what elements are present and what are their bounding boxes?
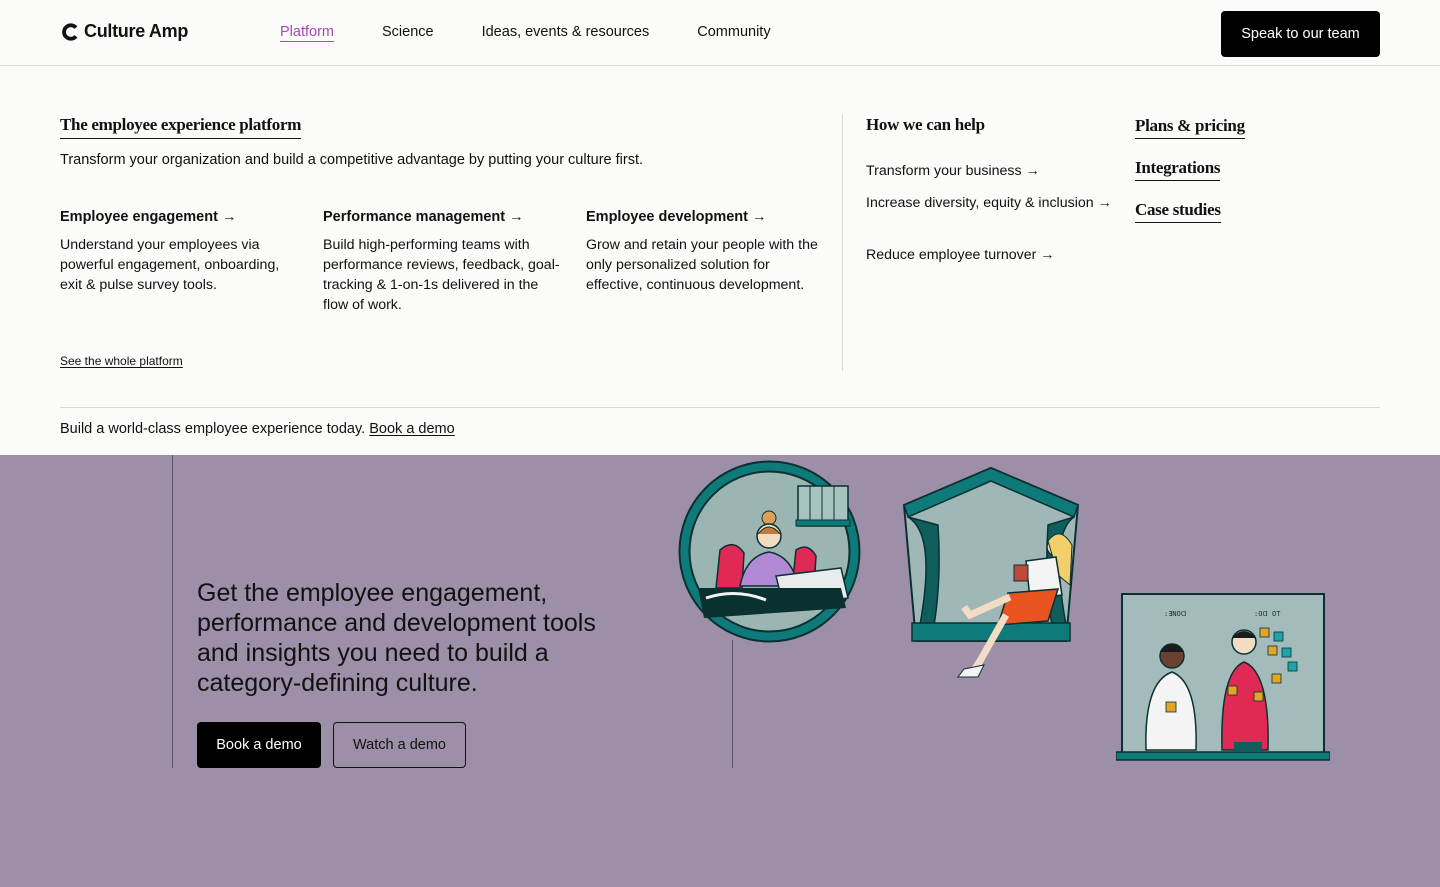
menu-footer: Build a world-class employee experience … xyxy=(60,421,455,437)
man-at-laptop-illustration xyxy=(678,460,861,643)
help-link-reduce-turnover[interactable]: Reduce employee turnover → xyxy=(866,245,1116,265)
main-nav: Platform Science Ideas, events & resourc… xyxy=(280,24,771,40)
nav-science[interactable]: Science xyxy=(382,24,434,40)
watch-demo-button[interactable]: Watch a demo xyxy=(333,722,466,768)
case-studies-link[interactable]: Case studies xyxy=(1135,200,1221,223)
see-whole-platform-link[interactable]: See the whole platform xyxy=(60,354,183,368)
nav-community[interactable]: Community xyxy=(697,24,770,40)
menu-footer-text: Build a world-class employee experience … xyxy=(60,421,366,437)
product-description: Build high-performing teams with perform… xyxy=(323,237,560,313)
menu-footer-divider xyxy=(60,407,1380,408)
product-performance-management[interactable]: Performance management → Build high-perf… xyxy=(323,209,563,315)
logo[interactable]: Culture Amp xyxy=(62,21,188,42)
woman-reading-illustration xyxy=(902,466,1080,678)
whiteboard-illustration: :ƎNOᗡ :Oᗡ OT xyxy=(1116,593,1330,761)
product-description: Grow and retain your people with the onl… xyxy=(586,237,818,293)
site-header: Culture Amp Platform Science Ideas, even… xyxy=(0,0,1440,66)
product-title[interactable]: Employee development → xyxy=(586,209,826,225)
brand-name: Culture Amp xyxy=(84,21,189,41)
hero-headline: Get the employee engagement, performance… xyxy=(197,579,596,697)
nav-ideas-events-resources[interactable]: Ideas, events & resources xyxy=(482,24,650,40)
platform-menu-title[interactable]: The employee experience platform xyxy=(60,115,301,139)
book-demo-link[interactable]: Book a demo xyxy=(369,421,454,437)
product-title[interactable]: Employee engagement → xyxy=(60,209,300,225)
product-employee-engagement[interactable]: Employee engagement → Understand your em… xyxy=(60,209,300,295)
platform-mega-menu: The employee experience platform Transfo… xyxy=(0,66,1440,455)
whiteboard-todo-label: :Oᗡ OT xyxy=(1254,610,1281,618)
plans-pricing-link[interactable]: Plans & pricing xyxy=(1135,116,1245,139)
help-link-transform-business[interactable]: Transform your business → xyxy=(866,161,1116,181)
how-we-can-help-title: How we can help xyxy=(866,115,985,134)
book-demo-button[interactable]: Book a demo xyxy=(197,722,321,768)
menu-divider xyxy=(842,114,843,371)
product-title[interactable]: Performance management → xyxy=(323,209,563,225)
product-description: Understand your employees via powerful e… xyxy=(60,237,280,293)
nav-platform[interactable]: Platform xyxy=(280,24,334,40)
hero-grid-line xyxy=(732,640,733,768)
speak-to-team-button[interactable]: Speak to our team xyxy=(1221,11,1380,57)
integrations-link[interactable]: Integrations xyxy=(1135,158,1220,181)
product-employee-development[interactable]: Employee development → Grow and retain y… xyxy=(586,209,826,295)
hero-grid-line xyxy=(172,455,173,768)
platform-menu-description: Transform your organization and build a … xyxy=(60,152,643,168)
whiteboard-done-label: :ƎNOᗡ xyxy=(1164,610,1186,618)
culture-amp-logo-icon xyxy=(62,22,78,41)
help-link-diversity-equity-inclusion[interactable]: Increase diversity, equity & inclusion → xyxy=(866,193,1116,213)
